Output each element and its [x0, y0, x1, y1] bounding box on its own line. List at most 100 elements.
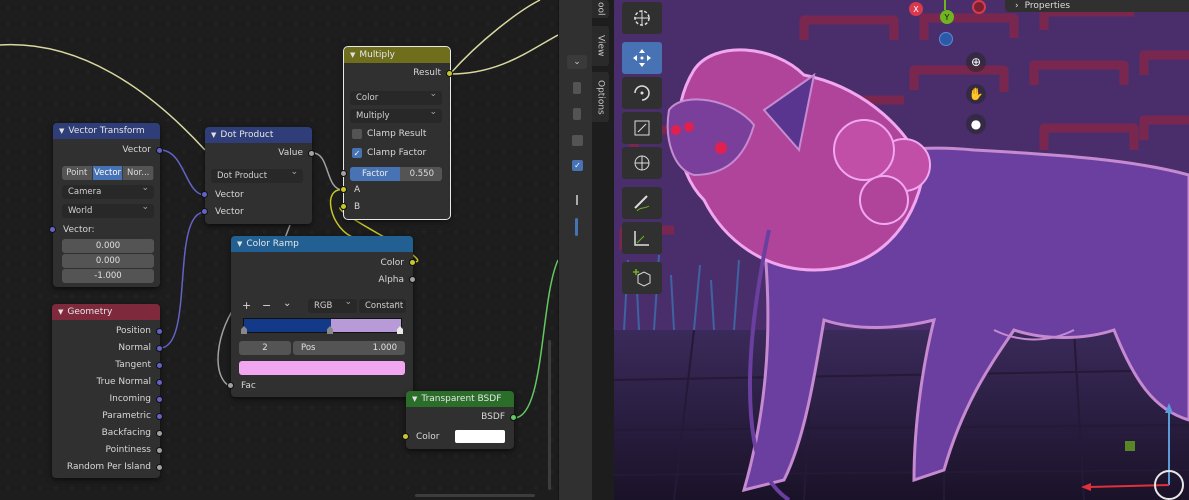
type-point-option[interactable]: Point	[62, 166, 93, 180]
reroute-socket[interactable]	[340, 170, 347, 177]
vector-input-2-socket[interactable]	[201, 208, 208, 215]
collapse-chevron-icon[interactable]: ▼	[350, 51, 355, 59]
vector-input-socket[interactable]	[49, 226, 56, 233]
multiply-node[interactable]: ▼ Multiply Result Color Multiply Clamp R…	[340, 46, 453, 220]
tab-view[interactable]: View	[592, 26, 609, 66]
tab-options[interactable]: Options	[592, 72, 609, 122]
tab-tool[interactable]: ool	[592, 0, 609, 18]
measure-tool-icon[interactable]	[622, 222, 662, 254]
3d-viewport[interactable]: X Y ⊕ ✋ ●	[614, 0, 1189, 500]
add-cube-tool-icon[interactable]	[622, 262, 662, 294]
add-stop-button[interactable]: +	[242, 299, 251, 312]
convert-from-dropdown[interactable]: Camera	[62, 183, 154, 199]
sidebar-checkbox[interactable]	[572, 135, 583, 146]
dot-product-node[interactable]: ▼ Dot Product Value Dot Product Vector V…	[201, 127, 315, 224]
camera-icon[interactable]: ●	[966, 114, 986, 134]
transparent-bsdf-header[interactable]: ▼ Transparent BSDF	[406, 391, 514, 407]
clamp-factor-checkbox[interactable]: ✓ Clamp Factor	[352, 148, 426, 158]
pointiness-socket[interactable]	[156, 447, 163, 454]
checkmark-icon[interactable]: ✓	[352, 148, 362, 158]
tangent-socket[interactable]	[156, 362, 163, 369]
geometry-node[interactable]: ▼ Geometry Position Normal Tangent True …	[52, 304, 163, 478]
color-output-socket[interactable]	[409, 259, 416, 266]
result-output-socket[interactable]	[446, 70, 453, 77]
horizontal-scrollbar[interactable]	[415, 494, 535, 497]
data-type-dropdown[interactable]: Color	[350, 89, 442, 105]
vector-transform-node[interactable]: ▼ Vector Transform Vector Point Vector N…	[49, 123, 163, 287]
annotate-tool-icon[interactable]	[622, 187, 662, 219]
ramp-menu-chevron-icon[interactable]: ⌄	[283, 298, 291, 309]
vector-transform-header[interactable]: ▼ Vector Transform	[53, 123, 160, 139]
stop-position-field[interactable]: Pos 1.000	[293, 341, 405, 355]
fac-input-socket[interactable]	[227, 382, 234, 389]
alpha-output-socket[interactable]	[409, 276, 416, 283]
transform-type-selector[interactable]: Point Vector Nor...	[62, 166, 154, 180]
random-per-island-socket[interactable]	[156, 464, 163, 471]
vector-input-1-socket[interactable]	[201, 191, 208, 198]
collapse-chevron-icon[interactable]: ▼	[211, 131, 216, 139]
sidebar-toggle[interactable]	[573, 82, 581, 94]
vector-z-field[interactable]: -1.000	[62, 269, 154, 283]
hand-pan-icon[interactable]: ✋	[966, 84, 986, 104]
collapse-chevron-icon[interactable]: ⌄	[567, 55, 587, 69]
node-editor[interactable]: ▼ Multiply Result Color Multiply Clamp R…	[0, 0, 558, 500]
backfacing-socket[interactable]	[156, 430, 163, 437]
geometry-header[interactable]: ▼ Geometry	[52, 304, 160, 320]
incoming-socket[interactable]	[156, 396, 163, 403]
type-vector-option[interactable]: Vector	[92, 166, 124, 180]
node-editor-sidebar[interactable]: ⌄ ✓	[558, 0, 593, 500]
input-b-socket[interactable]	[340, 203, 347, 210]
vertical-scrollbar[interactable]	[548, 340, 551, 490]
properties-header[interactable]: › Properties	[1005, 0, 1189, 12]
transparent-bsdf-node[interactable]: ▼ Transparent BSDF BSDF Color	[402, 391, 517, 449]
type-normal-option[interactable]: Nor...	[123, 166, 154, 180]
color-ramp-gradient[interactable]	[243, 318, 402, 333]
vector-output-socket[interactable]	[156, 147, 163, 154]
value-output-socket[interactable]	[308, 150, 315, 157]
color-swatch-white[interactable]	[455, 430, 505, 443]
color-ramp-node[interactable]: ▼ Color Ramp Color Alpha + − ⌄ RGB Const…	[227, 236, 416, 397]
collapse-chevron-icon[interactable]: ▼	[237, 240, 242, 248]
vector-y-field[interactable]: 0.000	[62, 254, 154, 268]
gizmo-z-neg[interactable]	[939, 32, 953, 46]
gizmo-x-axis[interactable]: X	[909, 2, 923, 16]
color-mode-dropdown[interactable]: RGB	[308, 297, 357, 313]
factor-slider[interactable]: Factor 0.550	[350, 167, 442, 181]
collapse-chevron-icon[interactable]: ▼	[412, 395, 417, 403]
move-tool-icon[interactable]	[622, 42, 662, 74]
collapse-chevron-icon[interactable]: ▼	[58, 308, 63, 316]
stop-index-field[interactable]: 2	[239, 341, 291, 355]
input-a-socket[interactable]	[340, 186, 347, 193]
blend-mode-dropdown[interactable]: Multiply	[350, 107, 442, 123]
gizmo-y-axis[interactable]: Y	[940, 10, 954, 24]
cursor-tool-icon[interactable]	[622, 2, 662, 34]
vector-x-field[interactable]: 0.000	[62, 239, 154, 253]
stop-color-swatch[interactable]	[239, 361, 405, 375]
remove-stop-button[interactable]: −	[262, 299, 271, 312]
interpolation-dropdown[interactable]: Constant	[359, 297, 406, 313]
color-ramp-header[interactable]: ▼ Color Ramp	[231, 236, 413, 252]
position-socket[interactable]	[156, 328, 163, 335]
convert-to-dropdown[interactable]: World	[62, 202, 154, 218]
transform-tool-icon[interactable]	[622, 147, 662, 179]
zoom-icon[interactable]: ⊕	[966, 52, 986, 72]
gizmo-x-neg[interactable]	[972, 0, 986, 14]
sidebar-scroll-indicator[interactable]	[575, 218, 578, 236]
checkmark-icon[interactable]: ✓	[572, 160, 583, 171]
multiply-node-header[interactable]: ▼ Multiply	[344, 47, 450, 63]
dot-product-header[interactable]: ▼ Dot Product	[205, 127, 312, 143]
chevron-right-icon[interactable]: ›	[1015, 1, 1019, 11]
parametric-socket[interactable]	[156, 413, 163, 420]
color-input-socket[interactable]	[402, 433, 409, 440]
true-normal-socket[interactable]	[156, 379, 163, 386]
sidebar-toggle[interactable]	[573, 108, 581, 120]
transform-gizmo[interactable]	[1079, 395, 1189, 500]
bsdf-output-socket[interactable]	[510, 414, 517, 421]
collapse-chevron-icon[interactable]: ▼	[59, 127, 64, 135]
rotate-tool-icon[interactable]	[622, 77, 662, 109]
checkbox-box[interactable]	[352, 129, 362, 139]
operation-dropdown[interactable]: Dot Product	[211, 167, 303, 183]
normal-socket[interactable]	[156, 345, 163, 352]
clamp-result-checkbox[interactable]: Clamp Result	[352, 129, 426, 139]
scale-tool-icon[interactable]	[622, 112, 662, 144]
